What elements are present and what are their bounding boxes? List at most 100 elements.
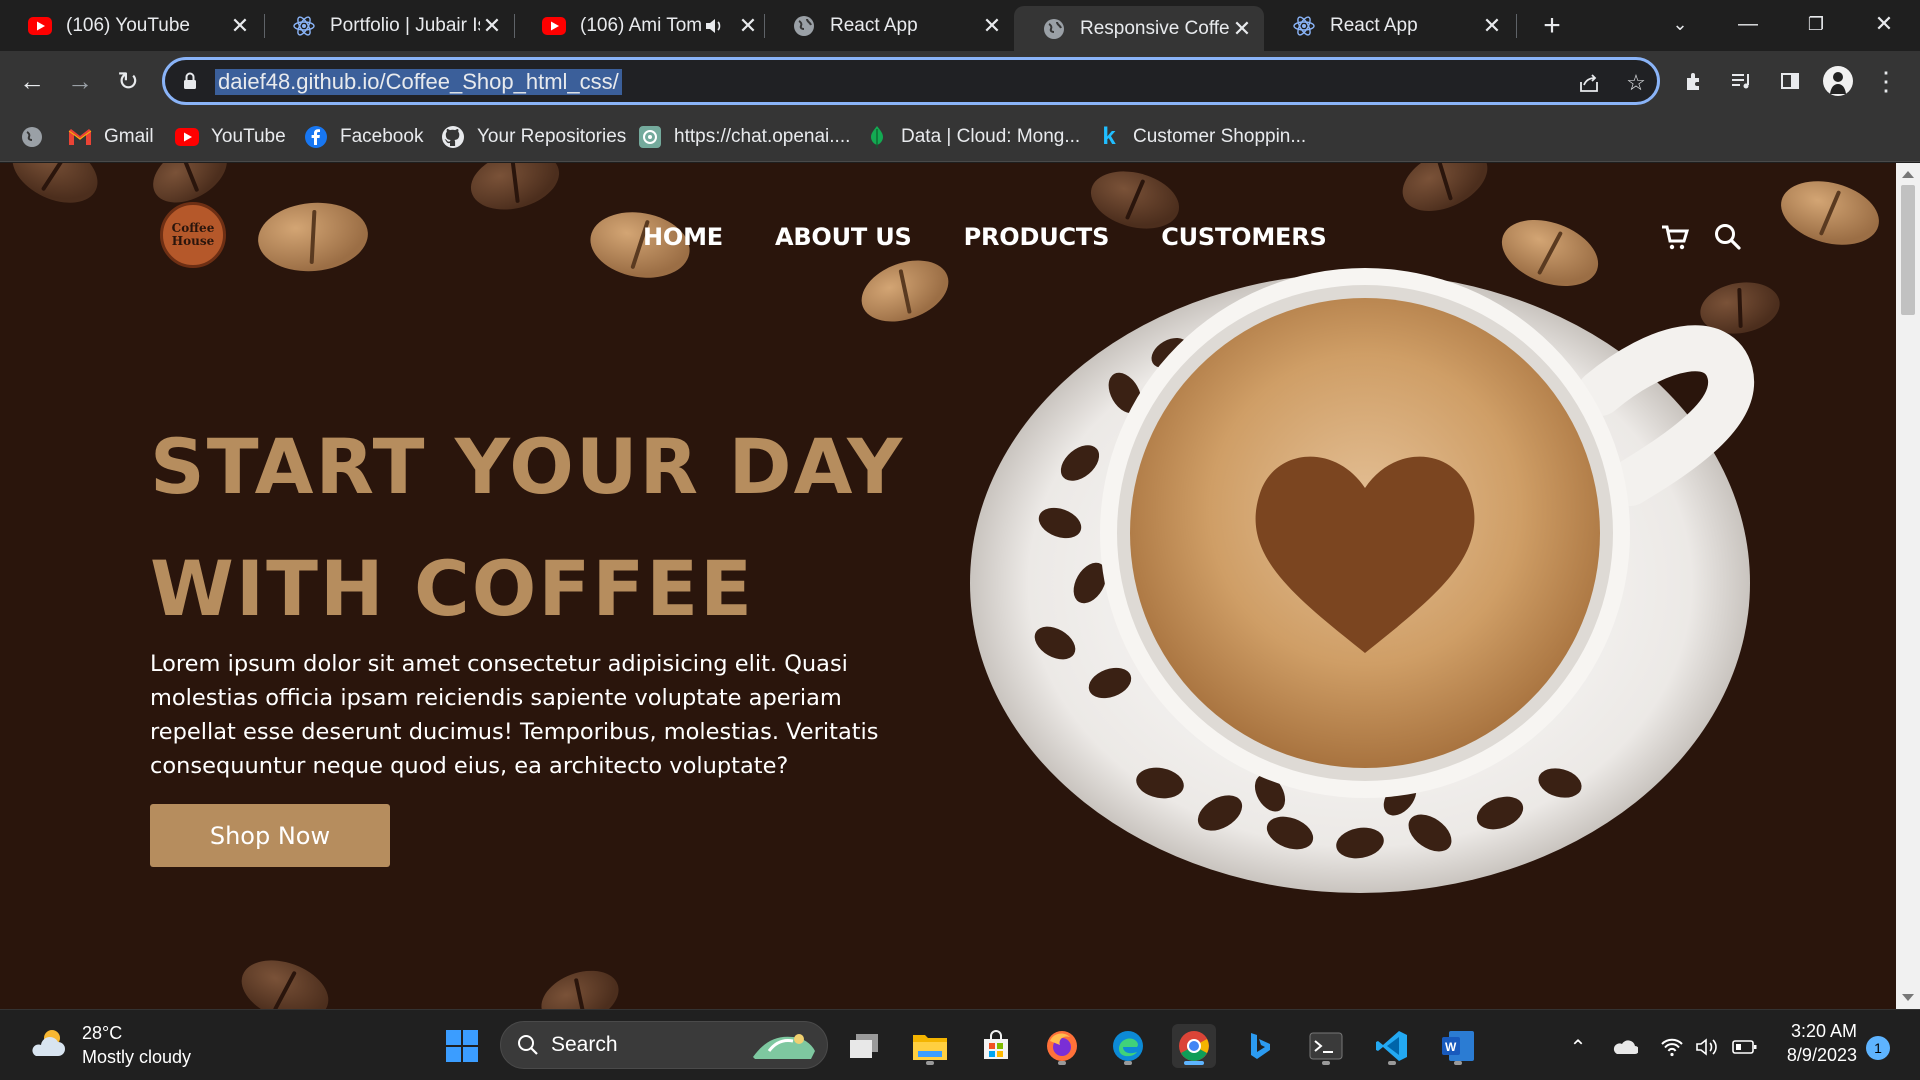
tab-search-icon[interactable]: ⌄ bbox=[1660, 8, 1700, 40]
weather-condition: Mostly cloudy bbox=[82, 1047, 192, 1067]
scroll-down-icon[interactable] bbox=[1902, 994, 1914, 1001]
clock-date: 8/9/2023 bbox=[1786, 1045, 1857, 1065]
bookmark-mongodb[interactable]: Data | Cloud: Mong... bbox=[865, 123, 1080, 151]
lock-icon[interactable] bbox=[179, 70, 201, 92]
coffee-bean-decoration bbox=[464, 163, 566, 219]
close-window-icon[interactable]: ✕ bbox=[1864, 8, 1904, 40]
new-tab-button[interactable]: + bbox=[1536, 9, 1568, 42]
search-icon[interactable] bbox=[1713, 222, 1743, 252]
chrome-icon[interactable] bbox=[1172, 1024, 1216, 1068]
tab-react-app-2[interactable]: React App ✕ bbox=[1264, 6, 1514, 45]
taskbar-search[interactable]: Search bbox=[500, 1021, 828, 1069]
battery-icon[interactable] bbox=[1730, 1032, 1760, 1062]
site-logo[interactable]: Coffee House bbox=[160, 202, 226, 268]
task-view-icon[interactable] bbox=[842, 1024, 886, 1068]
react-icon bbox=[292, 14, 316, 38]
tab-portfolio[interactable]: Portfolio | Jubair Isla ✕ bbox=[264, 6, 514, 45]
vscode-icon[interactable] bbox=[1370, 1024, 1414, 1068]
coffee-bean-decoration bbox=[2, 163, 108, 216]
word-icon[interactable]: W bbox=[1436, 1024, 1480, 1068]
coffee-bean-decoration bbox=[533, 960, 627, 1009]
coffee-bean-decoration bbox=[255, 198, 371, 276]
svg-text:W: W bbox=[1445, 1040, 1457, 1054]
bookmark-label: Facebook bbox=[340, 126, 424, 147]
browser-toolbar: ← → ↻ daief48.github.io/Coffee_Shop_html… bbox=[0, 51, 1920, 111]
windows-taskbar: 28°C Mostly cloudy Search W ⌃ 3:20 AM 8/… bbox=[0, 1009, 1920, 1080]
back-icon[interactable]: ← bbox=[14, 63, 50, 99]
tab-react-app-1[interactable]: React App ✕ bbox=[764, 6, 1014, 45]
tab-ami-toma[interactable]: (106) Ami Toma ✕ bbox=[514, 6, 764, 45]
volume-icon[interactable] bbox=[1692, 1032, 1722, 1062]
globe-icon bbox=[20, 125, 44, 149]
chevron-up-icon[interactable]: ⌃ bbox=[1563, 1032, 1593, 1062]
file-explorer-icon[interactable] bbox=[908, 1024, 952, 1068]
url-text[interactable]: daief48.github.io/Coffee_Shop_html_css/ bbox=[215, 69, 622, 95]
shop-now-button[interactable]: Shop Now bbox=[150, 804, 390, 867]
close-icon[interactable]: ✕ bbox=[480, 13, 504, 38]
tab-youtube[interactable]: (106) YouTube ✕ bbox=[0, 6, 262, 45]
kaggle-icon: k bbox=[1102, 123, 1116, 150]
close-icon[interactable]: ✕ bbox=[980, 13, 1004, 38]
close-icon[interactable]: ✕ bbox=[228, 13, 252, 38]
wifi-icon[interactable] bbox=[1657, 1032, 1687, 1062]
start-icon[interactable] bbox=[440, 1024, 484, 1068]
bookmark-apps[interactable] bbox=[20, 123, 56, 151]
gmail-icon bbox=[68, 125, 92, 149]
coffee-bean-decoration bbox=[853, 249, 957, 333]
edge-icon[interactable] bbox=[1106, 1024, 1150, 1068]
tab-divider bbox=[1516, 14, 1517, 38]
bookmark-facebook[interactable]: Facebook bbox=[304, 123, 423, 151]
firefox-icon[interactable] bbox=[1040, 1024, 1084, 1068]
cloud-sun-icon bbox=[28, 1026, 68, 1065]
share-icon[interactable] bbox=[1574, 68, 1604, 98]
facebook-icon bbox=[304, 125, 328, 149]
bookmark-kaggle[interactable]: k Customer Shoppin... bbox=[1097, 123, 1306, 151]
restore-icon[interactable]: ❐ bbox=[1796, 8, 1836, 40]
bing-icon[interactable] bbox=[1238, 1024, 1282, 1068]
address-bar[interactable]: daief48.github.io/Coffee_Shop_html_css/ … bbox=[162, 57, 1660, 105]
clock-time: 3:20 AM bbox=[1790, 1021, 1857, 1041]
minimize-icon[interactable]: — bbox=[1728, 8, 1768, 40]
bookmark-github[interactable]: Your Repositories bbox=[441, 123, 626, 151]
terminal-icon[interactable] bbox=[1304, 1024, 1348, 1068]
system-clock[interactable]: 3:20 AM 8/9/2023 bbox=[1775, 1019, 1857, 1067]
bookmark-youtube[interactable]: YouTube bbox=[175, 123, 286, 151]
tab-responsive-coffee[interactable]: Responsive Coffee W ✕ bbox=[1014, 6, 1264, 51]
bookmark-gmail[interactable]: Gmail bbox=[68, 123, 154, 151]
scroll-up-icon[interactable] bbox=[1902, 171, 1914, 178]
onedrive-icon[interactable] bbox=[1610, 1032, 1640, 1062]
forward-icon[interactable]: → bbox=[62, 63, 98, 99]
github-icon bbox=[441, 125, 465, 149]
running-indicator bbox=[1124, 1061, 1132, 1065]
close-icon[interactable]: ✕ bbox=[736, 13, 760, 38]
bookmark-label: Gmail bbox=[104, 126, 154, 147]
avatar[interactable] bbox=[1820, 63, 1856, 99]
bookmark-star-icon[interactable]: ☆ bbox=[1621, 68, 1651, 98]
active-indicator bbox=[1184, 1061, 1204, 1065]
bookmark-label: YouTube bbox=[211, 126, 286, 147]
running-indicator bbox=[1454, 1061, 1462, 1065]
nav-home[interactable]: HOME bbox=[643, 223, 723, 251]
extensions-icon[interactable] bbox=[1676, 63, 1712, 99]
close-icon[interactable]: ✕ bbox=[1480, 13, 1504, 38]
notification-badge[interactable]: 1 bbox=[1866, 1036, 1890, 1060]
bookmarks-bar: Gmail YouTube Facebook Your Repositories… bbox=[0, 111, 1920, 162]
tab-label: Portfolio | Jubair Isla bbox=[330, 14, 480, 36]
microsoft-store-icon[interactable] bbox=[974, 1024, 1018, 1068]
scroll-thumb[interactable] bbox=[1901, 185, 1915, 315]
page-scrollbar[interactable] bbox=[1896, 163, 1920, 1009]
weather-widget[interactable]: 28°C Mostly cloudy bbox=[28, 1021, 191, 1069]
tab-label: React App bbox=[830, 14, 918, 36]
cart-icon[interactable] bbox=[1660, 222, 1690, 252]
youtube-icon bbox=[28, 14, 52, 38]
bookmark-chatgpt[interactable]: https://chat.openai.... bbox=[638, 123, 850, 151]
nav-about-us[interactable]: ABOUT US bbox=[775, 223, 912, 251]
menu-icon[interactable]: ⋮ bbox=[1868, 63, 1904, 99]
close-icon[interactable]: ✕ bbox=[1230, 16, 1254, 41]
speaker-icon[interactable] bbox=[702, 14, 726, 38]
reload-icon[interactable]: ↻ bbox=[110, 63, 146, 99]
webpage: Coffee House HOME ABOUT US PRODUCTS CUST… bbox=[0, 163, 1896, 1009]
side-panel-icon[interactable] bbox=[1772, 63, 1808, 99]
tab-strip: (106) YouTube ✕ Portfolio | Jubair Isla … bbox=[0, 0, 1920, 51]
media-control-icon[interactable] bbox=[1724, 63, 1760, 99]
